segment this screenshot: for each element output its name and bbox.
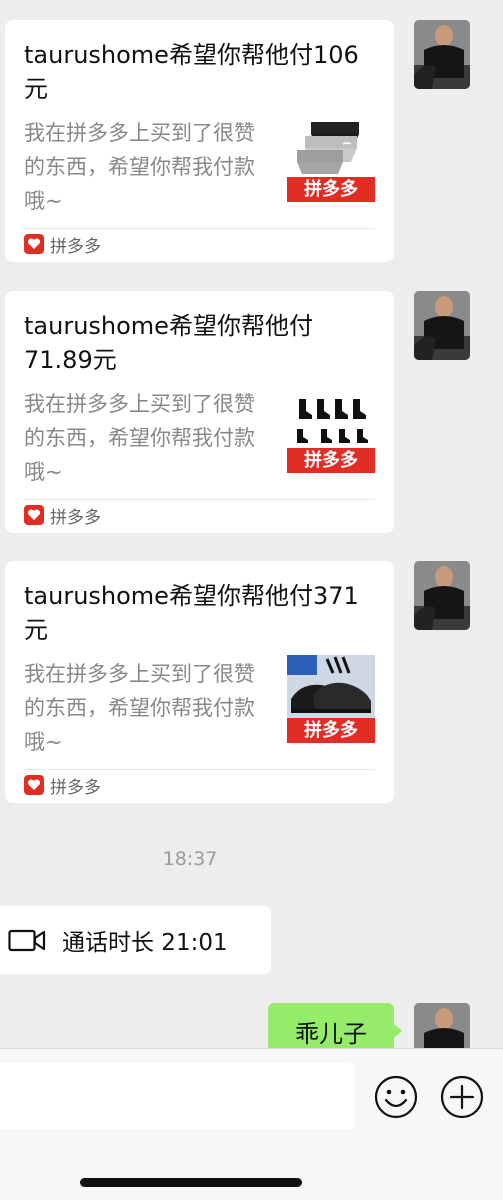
pdd-logo-icon: [24, 775, 44, 795]
footer-label: 拼多多: [50, 236, 101, 257]
card-footer: 拼多多: [24, 233, 101, 257]
pdd-badge: 拼多多: [287, 718, 375, 743]
plus-icon[interactable]: [440, 1075, 484, 1119]
avatar[interactable]: [414, 20, 470, 89]
payment-request-card[interactable]: taurushome希望你帮他付106元 我在拼多多上买到了很赞的东西，希望你帮…: [5, 20, 394, 262]
sneakers-product-image: [287, 655, 375, 719]
call-duration-text: 通话时长 21:01: [62, 930, 228, 956]
video-call-icon: [8, 927, 46, 953]
footer-label: 拼多多: [50, 777, 101, 798]
pdd-logo-icon: [24, 234, 44, 254]
payment-request-card[interactable]: taurushome希望你帮他付71.89元 我在拼多多上买到了很赞的东西，希望…: [5, 291, 394, 533]
card-title: taurushome希望你帮他付106元: [24, 41, 359, 103]
product-thumbnail: 拼多多: [287, 114, 375, 202]
home-indicator: [80, 1178, 302, 1187]
card-title: taurushome希望你帮他付71.89元: [24, 312, 313, 374]
avatar[interactable]: [414, 561, 470, 630]
pdd-badge: 拼多多: [287, 177, 375, 202]
card-description: 我在拼多多上买到了很赞的东西，希望你帮我付款哦~: [24, 392, 255, 484]
call-record-bubble[interactable]: 通话时长 21:01: [0, 906, 271, 974]
card-footer: 拼多多: [24, 774, 101, 798]
message-timestamp: 18:37: [162, 848, 218, 870]
product-thumbnail: 拼多多: [287, 385, 375, 473]
card-footer: 拼多多: [24, 504, 101, 528]
card-description: 我在拼多多上买到了很赞的东西，希望你帮我付款哦~: [24, 662, 255, 754]
message-input[interactable]: [0, 1063, 355, 1129]
bubble-tail: [393, 1023, 402, 1039]
pdd-badge: 拼多多: [287, 448, 375, 473]
footer-label: 拼多多: [50, 507, 101, 528]
card-description: 我在拼多多上买到了很赞的东西，希望你帮我付款哦~: [24, 121, 255, 213]
avatar[interactable]: [414, 291, 470, 360]
card-divider: [24, 499, 375, 500]
underwear-product-image: [297, 122, 359, 174]
card-divider: [24, 228, 375, 229]
input-bar: [0, 1048, 503, 1200]
product-thumbnail: 拼多多: [287, 655, 375, 743]
emoji-icon[interactable]: [374, 1075, 418, 1119]
socks-product-image: [297, 399, 368, 443]
payment-request-card[interactable]: taurushome希望你帮他付371元 我在拼多多上买到了很赞的东西，希望你帮…: [5, 561, 394, 803]
card-title: taurushome希望你帮他付371元: [24, 582, 359, 644]
pdd-logo-icon: [24, 505, 44, 525]
card-divider: [24, 769, 375, 770]
